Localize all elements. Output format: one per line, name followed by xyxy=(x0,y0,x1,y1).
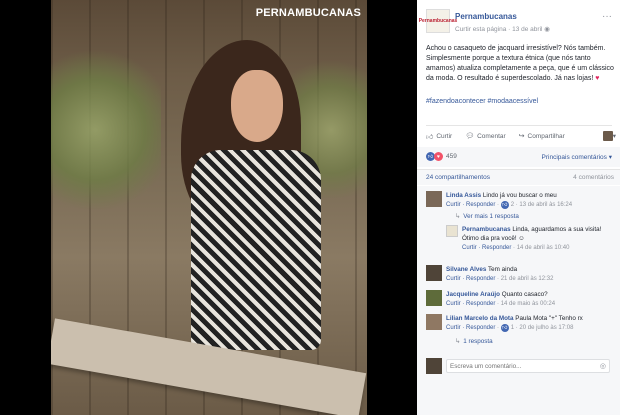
page-avatar[interactable]: Pernambucanas xyxy=(419,9,457,33)
see-more-replies-link[interactable]: ↳ Ver mais 1 resposta xyxy=(455,213,519,220)
commenter-avatar[interactable] xyxy=(426,314,442,330)
comment-time[interactable]: 13 de abril às 16:24 xyxy=(519,202,572,208)
comment-like-count: 2 xyxy=(510,202,515,208)
comment-meta: Curtir · Responder · 👍︎ 1 · 20 de julho à… xyxy=(446,324,574,332)
actor-avatar xyxy=(602,131,613,141)
page-avatar-text: Pernambucanas xyxy=(418,18,458,24)
commenter-name[interactable]: Jacqueline Araújo xyxy=(446,291,500,298)
like-label: Curtir xyxy=(436,132,453,140)
photo-brand-watermark: PERNAMBUCANAS xyxy=(255,7,361,19)
comment-meta: Curtir · Responder · 21 de abril às 12:3… xyxy=(446,276,554,282)
comment-time[interactable]: 14 de maio às 00:24 xyxy=(501,301,555,307)
comment-input-box[interactable]: ◎ xyxy=(446,359,610,373)
more-options-icon[interactable]: ··· xyxy=(602,11,612,22)
commenter-name[interactable]: Silvane Alves xyxy=(446,266,486,273)
comment-body: Silvane Alves Tem ainda Curtir · Respond… xyxy=(446,265,614,284)
post-photo[interactable]: PERNAMBUCANAS xyxy=(51,0,367,415)
comment-bubble-icon: 💬︎ xyxy=(465,133,475,140)
like-button[interactable]: 👍︎ Curtir xyxy=(426,132,452,141)
smile-icon: ☺ xyxy=(518,235,525,242)
comment-sort-dropdown[interactable]: Principais comentários ▾ xyxy=(542,153,612,161)
post-body: Achou o casaqueto de jacquard irresistív… xyxy=(426,45,614,82)
share-label: Compartilhar xyxy=(527,132,565,140)
chevron-down-icon: ▾ xyxy=(608,154,612,161)
reply-body: Pernambucanas Linda, aguardamos a sua vi… xyxy=(462,225,612,253)
comment-reply-actions[interactable]: Curtir · Responder xyxy=(446,276,495,282)
comment-input[interactable] xyxy=(447,360,597,372)
divider xyxy=(426,125,612,126)
comment-composer: ◎ xyxy=(426,356,612,376)
current-user-avatar xyxy=(426,358,442,374)
commenter-name[interactable]: Linda Assis xyxy=(446,192,481,199)
comment-reply-actions[interactable]: Curtir · Responder xyxy=(446,202,495,208)
comment-meta: Curtir · Responder · 14 de maio às 00:24 xyxy=(446,301,556,307)
photo-model-jacket xyxy=(191,150,321,350)
shares-count-link[interactable]: 24 compartilhamentos xyxy=(426,174,490,181)
actor-selector[interactable]: ▾ xyxy=(602,131,616,141)
comment-sort-label: Principais comentários xyxy=(541,154,607,161)
commenter-name[interactable]: Lilian Marcelo da Mota xyxy=(446,315,514,322)
comment-body: Linda Assis Lindo já vou buscar o meu Cu… xyxy=(446,191,614,210)
hashtags-link[interactable]: #fazendoacontecer #modaacessível xyxy=(426,98,538,105)
photo-plants-left xyxy=(51,40,161,220)
comment-like-count: 1 xyxy=(510,325,515,331)
thumbs-up-icon: 👍︎ xyxy=(426,133,434,141)
comment-reply-actions[interactable]: Curtir · Responder xyxy=(446,325,495,331)
camera-icon[interactable]: ◎ xyxy=(600,362,606,370)
reaction-bar: 👍︎ ♥ 459 Principais comentários ▾ xyxy=(417,147,620,167)
reaction-count: 459 xyxy=(446,153,457,160)
post-subline: Curtir esta página · 13 de abril ◉ xyxy=(455,25,550,33)
follow-page-link[interactable]: Curtir esta página xyxy=(455,26,506,33)
see-replies-label: 1 resposta xyxy=(463,338,493,345)
like-badge-icon: 👍︎ xyxy=(500,201,509,209)
see-replies-link[interactable]: ↳ 1 resposta xyxy=(455,338,493,345)
heart-icon: ♥ xyxy=(595,75,600,82)
comment-reply-actions[interactable]: Curtir · Responder xyxy=(446,301,495,307)
commenter-avatar[interactable] xyxy=(426,191,442,207)
globe-icon: ◉ xyxy=(544,26,550,33)
reply-arrow-icon: ↳ xyxy=(455,213,461,220)
comment-time[interactable]: 20 de julho às 17:08 xyxy=(519,325,573,331)
chevron-down-icon: ▾ xyxy=(612,133,616,140)
page-name-link[interactable]: Pernambucanas xyxy=(455,12,517,21)
share-arrow-icon: ↪ xyxy=(518,133,525,140)
photo-model-face xyxy=(231,70,283,142)
comment-text: Tem ainda xyxy=(488,266,518,273)
comments-section: Linda Assis Lindo já vou buscar o meu Cu… xyxy=(417,186,620,415)
share-button[interactable]: ↪ Compartilhar xyxy=(518,132,565,141)
reply-meta: Curtir · Responder · 14 de abril às 10:4… xyxy=(462,245,570,251)
comment-label: Comentar xyxy=(477,132,506,140)
comment-meta: Curtir · Responder · 👍︎ 2 · 13 de abril à… xyxy=(446,201,573,209)
counts-bar: 24 compartilhamentos 4 comentários xyxy=(417,169,620,185)
comment-body: Jacqueline Araújo Quanto casaco? Curtir … xyxy=(446,290,614,309)
reply-author-name[interactable]: Pernambucanas xyxy=(462,226,511,233)
comment-button[interactable]: 💬︎ Comentar xyxy=(465,132,506,141)
like-badge-icon: 👍︎ xyxy=(500,324,509,332)
reply-time[interactable]: 14 de abril às 10:40 xyxy=(517,245,570,251)
commenter-avatar[interactable] xyxy=(426,265,442,281)
reactions-summary[interactable]: 👍︎ ♥ 459 xyxy=(426,152,457,161)
reply-avatar[interactable] xyxy=(446,225,458,237)
love-reaction-icon: ♥ xyxy=(434,152,443,161)
reply-arrow-icon: ↳ xyxy=(455,338,461,345)
post-text: Achou o casaqueto de jacquard irresistív… xyxy=(426,44,614,84)
photo-viewer: PERNAMBUCANAS xyxy=(0,0,417,415)
reply-actions[interactable]: Curtir · Responder xyxy=(462,245,511,251)
comment-text: Lindo já vou buscar o meu xyxy=(482,192,557,199)
commenter-avatar[interactable] xyxy=(426,290,442,306)
post-actions: 👍︎ Curtir 💬︎ Comentar ↪ Compartilhar ▾ xyxy=(426,129,616,143)
comment-text: Quanto casaco? xyxy=(501,291,548,298)
comment-time[interactable]: 21 de abril às 12:32 xyxy=(501,276,554,282)
see-more-label: Ver mais 1 resposta xyxy=(463,213,519,220)
comment-text: Paula Mota "+" Tenho rx xyxy=(515,315,583,322)
comment-body: Lilian Marcelo da Mota Paula Mota "+" Te… xyxy=(446,314,614,333)
post-sidebar: Pernambucanas Pernambucanas Curtir esta … xyxy=(417,0,620,415)
post-date[interactable]: 13 de abril xyxy=(512,26,542,33)
post-header: Pernambucanas Pernambucanas Curtir esta … xyxy=(419,9,616,39)
comments-count[interactable]: 4 comentários xyxy=(573,174,614,181)
